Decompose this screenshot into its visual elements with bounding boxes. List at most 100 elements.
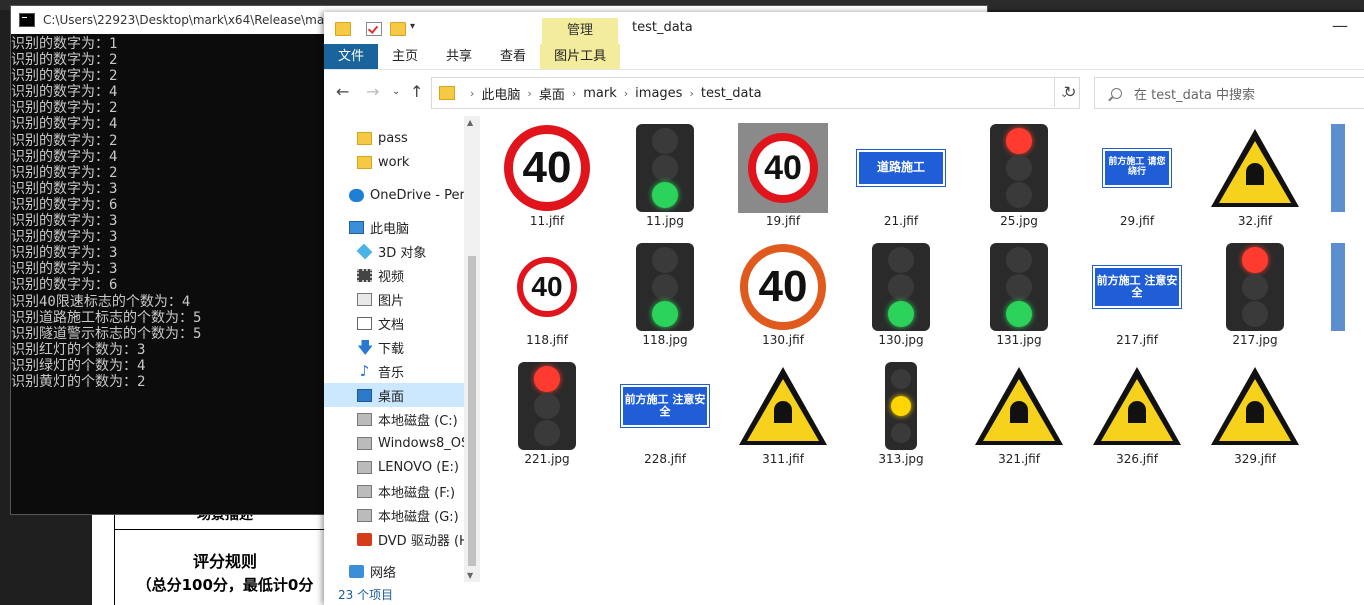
file-thumbnail (974, 123, 1064, 213)
partial-thumbnail (1331, 243, 1345, 331)
nav-item-label: 本地磁盘 (C:) (378, 413, 458, 429)
file-item[interactable]: 40 130.jfif (726, 236, 830, 353)
file-item[interactable]: 321.jfif (962, 355, 1066, 472)
nav-item[interactable]: 本地磁盘 (C:) (324, 407, 480, 431)
yellow-lamp-icon (888, 273, 914, 300)
breadcrumb-test-data[interactable]: test_data (701, 86, 762, 101)
file-item[interactable]: 311.jfif (726, 355, 830, 472)
customize-toolbar-icon[interactable]: ▾ (410, 21, 415, 32)
explorer-window[interactable]: ▾ 管理 test_data — 文件 主页 共享 查看 图片工具 ← → ⌄ … (324, 12, 1364, 605)
file-item[interactable]: 2 (1316, 236, 1364, 353)
file-thumbnail: 40 (502, 242, 592, 332)
nav-item-label: work (378, 154, 410, 170)
nav-item[interactable]: pass (324, 126, 480, 150)
new-folder-icon[interactable] (390, 22, 406, 36)
file-item[interactable]: 326.jfif (1080, 355, 1184, 472)
file-name: 321.jfif (998, 452, 1040, 466)
file-name: 221.jpg (524, 452, 570, 466)
file-item[interactable]: 25.jpg (962, 117, 1066, 234)
status-item-count: 23 个项目 (338, 588, 394, 602)
tab-manage[interactable]: 管理 (542, 18, 618, 44)
file-item[interactable]: 32.jfif (1198, 117, 1302, 234)
chevron-right-icon[interactable]: › (572, 87, 576, 100)
speed-limit-text: 40 (522, 143, 572, 192)
nav-item[interactable]: 🡇 下载 (324, 335, 480, 359)
nav-item-label: DVD 驱动器 (H: (378, 533, 474, 549)
chevron-right-icon[interactable]: › (624, 87, 628, 100)
nav-item[interactable]: OneDrive - Perso (324, 183, 480, 207)
file-item[interactable]: 40 11.jfif (490, 117, 594, 234)
file-item[interactable]: 118.jpg (608, 236, 712, 353)
forward-icon[interactable]: → (366, 82, 379, 101)
nav-scrollbar[interactable]: ▲ ▼ (464, 116, 480, 582)
pictures-icon (357, 292, 372, 306)
nav-item[interactable]: 本地磁盘 (F:) (324, 479, 480, 503)
onedrive-icon (349, 188, 364, 202)
file-name: 217.jfif (1116, 333, 1158, 347)
video-icon (357, 268, 372, 282)
red-lamp-icon (891, 369, 911, 390)
chevron-right-icon[interactable]: › (689, 87, 693, 100)
nav-item[interactable]: Windows8_OS (324, 431, 480, 455)
nav-item[interactable]: 图片 (324, 287, 480, 311)
tab-view[interactable]: 查看 (486, 44, 540, 69)
minimize-icon[interactable]: — (1332, 16, 1348, 35)
nav-item-label: Windows8_OS (378, 435, 470, 451)
breadcrumb-desktop[interactable]: 桌面 (539, 84, 565, 103)
file-thumbnail (974, 242, 1064, 332)
nav-item[interactable]: ♪ 音乐 (324, 359, 480, 383)
nav-item[interactable]: 本地磁盘 (G:) (324, 503, 480, 527)
file-item[interactable]: 11.jpg (608, 117, 712, 234)
tab-home[interactable]: 主页 (378, 44, 432, 69)
breadcrumb-this-pc[interactable]: 此电脑 (481, 84, 520, 103)
up-icon[interactable]: ↑ (410, 82, 423, 101)
file-item[interactable]: 40 19.jfif (726, 117, 830, 234)
file-item[interactable]: 前方施工 注意安全 228.jfif (608, 355, 712, 472)
file-item[interactable]: 221.jpg (490, 355, 594, 472)
file-name: 2 (1316, 333, 1364, 347)
breadcrumb-images[interactable]: images (635, 86, 682, 101)
scroll-up-icon[interactable]: ▲ (467, 118, 473, 127)
file-item[interactable]: 131.jpg (962, 236, 1066, 353)
scrollbar-thumb[interactable] (468, 256, 476, 566)
file-item[interactable]: 217.jpg (1198, 236, 1302, 353)
nav-item[interactable]: 视频 (324, 263, 480, 287)
nav-item[interactable]: LENOVO (E:) (324, 455, 480, 479)
nav-item[interactable]: 文档 (324, 311, 480, 335)
scroll-down-icon[interactable]: ▼ (467, 571, 473, 580)
file-name: 130.jpg (878, 333, 924, 347)
properties-icon[interactable] (366, 22, 382, 36)
doc-rules-cell: 评分规则 （总分100分，最低计0分 (114, 530, 335, 605)
file-item[interactable]: 313.jpg (844, 355, 948, 472)
file-item[interactable]: 道路施工 21.jfif (844, 117, 948, 234)
file-item[interactable]: 40 118.jfif (490, 236, 594, 353)
drive-icon (357, 436, 372, 450)
nav-item[interactable]: 此电脑 (324, 215, 480, 239)
tab-share[interactable]: 共享 (432, 44, 486, 69)
quick-access-folder-icon[interactable] (335, 22, 351, 36)
nav-item[interactable]: DVD 驱动器 (H: (324, 527, 480, 551)
address-bar[interactable]: › 此电脑 › 桌面 › mark › images › test_data ⌄ (431, 77, 1080, 109)
search-input[interactable]: 在 test_data 中搜索 (1094, 77, 1364, 109)
nav-item[interactable]: 桌面 (324, 383, 480, 407)
nav-item[interactable]: 3D 对象 (324, 239, 480, 263)
file-item[interactable]: 329.jfif (1198, 355, 1302, 472)
nav-item[interactable]: 网络 (324, 559, 480, 582)
nav-item[interactable]: work (324, 150, 480, 174)
yellow-lamp-icon (1006, 273, 1032, 300)
recent-locations-icon[interactable]: ⌄ (392, 86, 400, 97)
refresh-icon[interactable]: ↻ (1054, 77, 1085, 107)
file-thumbnail (1328, 123, 1364, 213)
chevron-right-icon[interactable]: › (470, 87, 474, 100)
back-icon[interactable]: ← (336, 82, 349, 101)
breadcrumb-mark[interactable]: mark (583, 86, 617, 101)
chevron-right-icon[interactable]: › (527, 87, 531, 100)
file-item[interactable]: 130.jpg (844, 236, 948, 353)
yellow-lamp-icon (1242, 273, 1268, 300)
file-item[interactable]: 3 (1316, 117, 1364, 234)
explorer-titlebar[interactable]: ▾ 管理 test_data — (324, 12, 1364, 44)
file-item[interactable]: 前方施工 请您绕行 29.jfif (1080, 117, 1184, 234)
tab-picture-tools[interactable]: 图片工具 (540, 44, 621, 69)
file-item[interactable]: 前方施工 注意安全 217.jfif (1080, 236, 1184, 353)
tab-file[interactable]: 文件 (324, 44, 379, 69)
